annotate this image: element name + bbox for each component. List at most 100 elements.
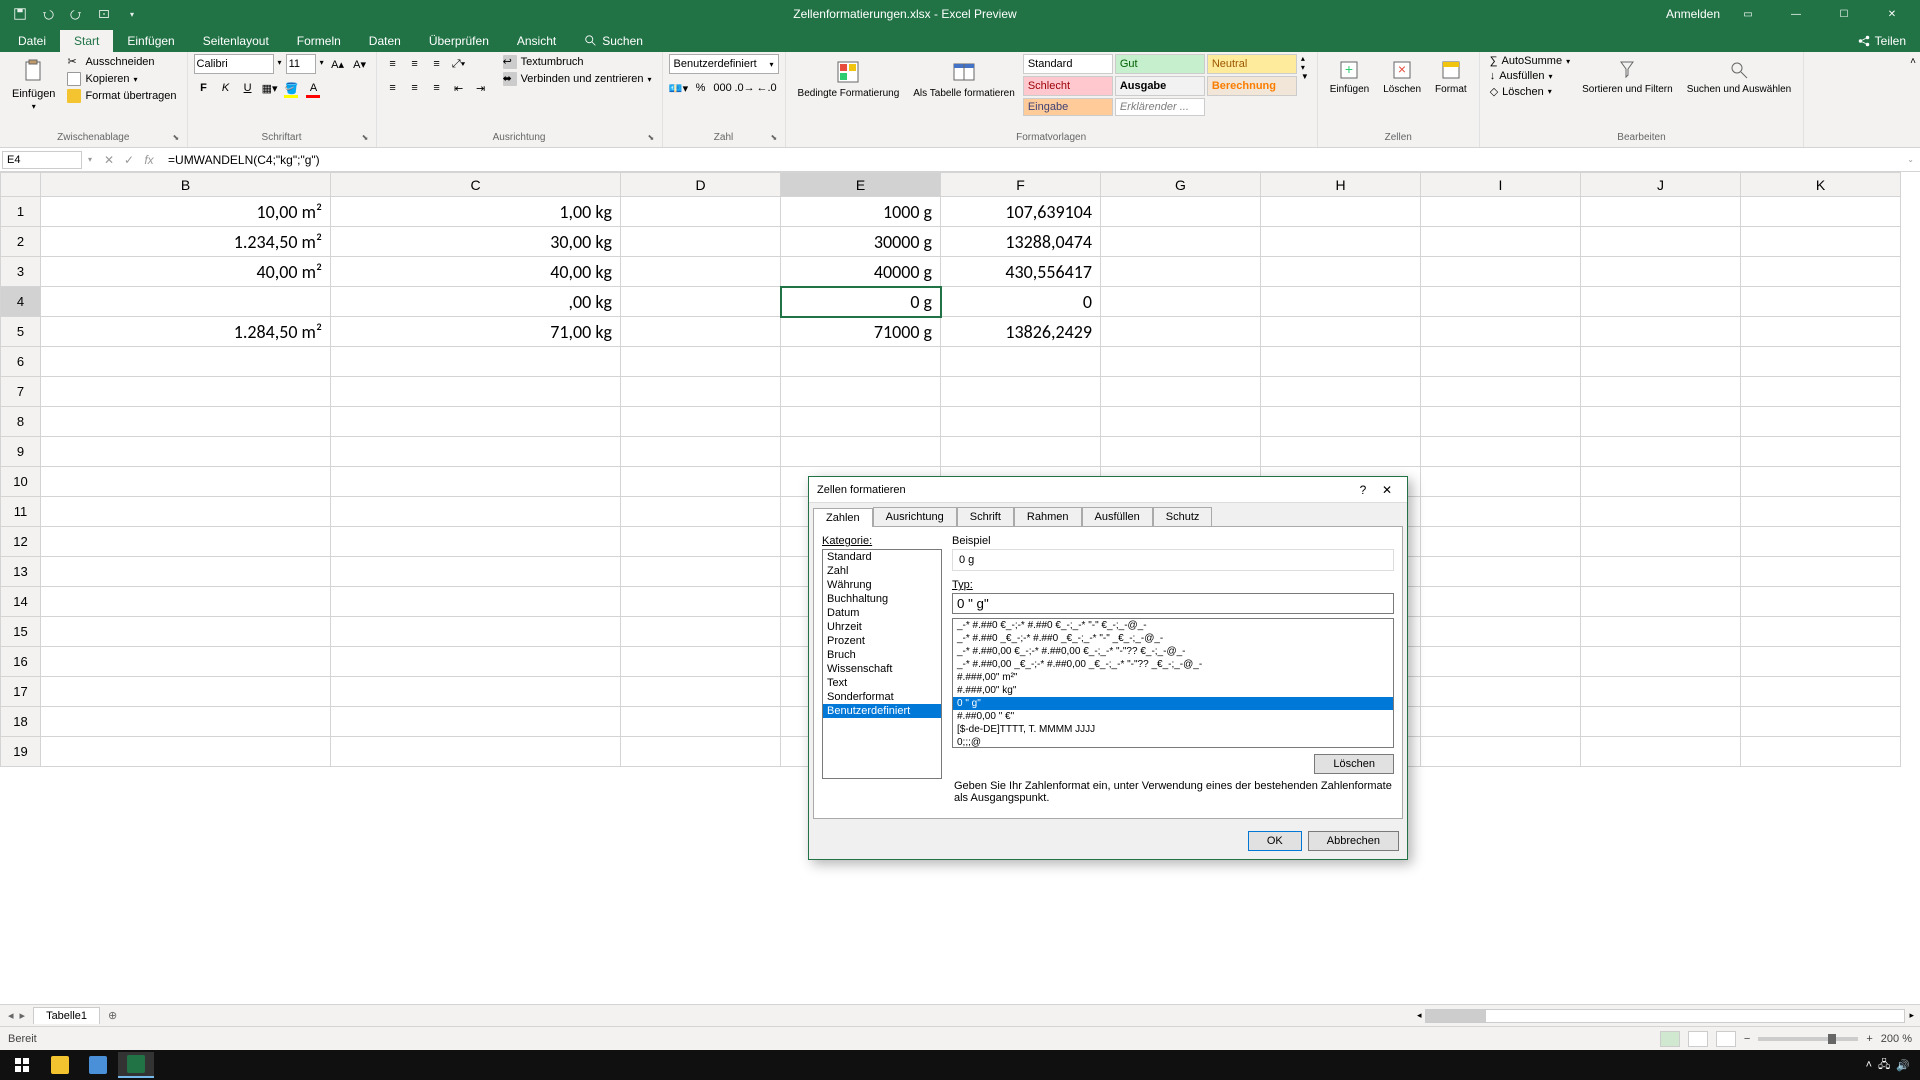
tab-einfuegen[interactable]: Einfügen: [113, 30, 188, 52]
dialog-help-icon[interactable]: ?: [1351, 480, 1375, 500]
cell-E4[interactable]: 0 g: [781, 287, 941, 317]
taskbar-app[interactable]: [80, 1052, 116, 1078]
number-format-select[interactable]: Benutzerdefiniert▾: [669, 54, 779, 74]
type-list[interactable]: _-* #.##0 €_-;-* #.##0 €_-;_-* "-" €_-;_…: [952, 618, 1394, 748]
cell-B15[interactable]: [41, 617, 331, 647]
name-box[interactable]: [2, 151, 82, 169]
row-header-12[interactable]: 12: [1, 527, 41, 557]
delete-cells-button[interactable]: ×Löschen: [1377, 54, 1427, 99]
style-gut[interactable]: Gut: [1115, 54, 1205, 74]
wrap-text-button[interactable]: ↩Textumbruch: [499, 54, 656, 70]
cell-D18[interactable]: [621, 707, 781, 737]
align-center-icon[interactable]: ≡: [405, 78, 425, 98]
clipboard-launcher-icon[interactable]: ⬊: [173, 133, 185, 145]
category-item[interactable]: Standard: [823, 550, 941, 564]
tray-volume-icon[interactable]: 🔊: [1896, 1059, 1910, 1072]
horizontal-scrollbar[interactable]: [1425, 1009, 1905, 1023]
style-neutral[interactable]: Neutral: [1207, 54, 1297, 74]
delete-format-button[interactable]: Löschen: [1314, 754, 1394, 774]
cell-K15[interactable]: [1741, 617, 1901, 647]
view-pagebreak-icon[interactable]: [1716, 1031, 1736, 1047]
cell-K14[interactable]: [1741, 587, 1901, 617]
category-item[interactable]: Benutzerdefiniert: [823, 704, 941, 718]
cell-B13[interactable]: [41, 557, 331, 587]
cell-D15[interactable]: [621, 617, 781, 647]
cell-J15[interactable]: [1581, 617, 1741, 647]
cell-F5[interactable]: 13826,2429: [941, 317, 1101, 347]
cell-C7[interactable]: [331, 377, 621, 407]
cell-I19[interactable]: [1421, 737, 1581, 767]
cell-C5[interactable]: 71,00 kg: [331, 317, 621, 347]
cell-J8[interactable]: [1581, 407, 1741, 437]
row-header-6[interactable]: 6: [1, 347, 41, 377]
cell-D3[interactable]: [621, 257, 781, 287]
cell-C18[interactable]: [331, 707, 621, 737]
category-item[interactable]: Sonderformat: [823, 690, 941, 704]
expand-formula-bar-icon[interactable]: ⌄: [1901, 155, 1920, 164]
select-all-corner[interactable]: [1, 173, 41, 197]
type-list-item[interactable]: _-* #.##0 €_-;-* #.##0 €_-;_-* "-" €_-;_…: [953, 619, 1393, 632]
cell-F1[interactable]: 107,639104: [941, 197, 1101, 227]
cell-B19[interactable]: [41, 737, 331, 767]
increase-decimal-icon[interactable]: .0→: [735, 78, 755, 98]
zoom-level[interactable]: 200 %: [1881, 1033, 1912, 1045]
dialog-tab-ausrichtung[interactable]: Ausrichtung: [873, 507, 957, 526]
cell-G3[interactable]: [1101, 257, 1261, 287]
alignment-launcher-icon[interactable]: ⬊: [648, 133, 660, 145]
collapse-ribbon-icon[interactable]: ˄: [1910, 56, 1916, 67]
taskbar-explorer[interactable]: [42, 1052, 78, 1078]
category-item[interactable]: Währung: [823, 578, 941, 592]
cell-I5[interactable]: [1421, 317, 1581, 347]
cell-K19[interactable]: [1741, 737, 1901, 767]
cell-B16[interactable]: [41, 647, 331, 677]
close-button[interactable]: ✕: [1872, 0, 1912, 28]
cell-H9[interactable]: [1261, 437, 1421, 467]
hscroll-left-icon[interactable]: ◂: [1417, 1010, 1422, 1021]
cell-E6[interactable]: [781, 347, 941, 377]
font-launcher-icon[interactable]: ⬊: [362, 133, 374, 145]
cell-I16[interactable]: [1421, 647, 1581, 677]
dialog-tab-rahmen[interactable]: Rahmen: [1014, 507, 1082, 526]
row-header-14[interactable]: 14: [1, 587, 41, 617]
cell-G8[interactable]: [1101, 407, 1261, 437]
cell-K6[interactable]: [1741, 347, 1901, 377]
align-bottom-icon[interactable]: ≡: [427, 54, 447, 74]
cell-I1[interactable]: [1421, 197, 1581, 227]
cell-H1[interactable]: [1261, 197, 1421, 227]
cell-I12[interactable]: [1421, 527, 1581, 557]
category-item[interactable]: Datum: [823, 606, 941, 620]
row-header-11[interactable]: 11: [1, 497, 41, 527]
cell-D8[interactable]: [621, 407, 781, 437]
cell-H7[interactable]: [1261, 377, 1421, 407]
cell-B1[interactable]: 10,00 m²: [41, 197, 331, 227]
cell-D14[interactable]: [621, 587, 781, 617]
row-header-8[interactable]: 8: [1, 407, 41, 437]
cell-C4[interactable]: ,00 kg: [331, 287, 621, 317]
cell-I7[interactable]: [1421, 377, 1581, 407]
cell-E9[interactable]: [781, 437, 941, 467]
type-list-item[interactable]: 0;;;@: [953, 736, 1393, 748]
view-pagelayout-icon[interactable]: [1688, 1031, 1708, 1047]
cell-C12[interactable]: [331, 527, 621, 557]
row-header-4[interactable]: 4: [1, 287, 41, 317]
cell-B11[interactable]: [41, 497, 331, 527]
cell-B10[interactable]: [41, 467, 331, 497]
styles-scroll-down-icon[interactable]: ▾: [1301, 63, 1309, 72]
decrease-decimal-icon[interactable]: ←.0: [757, 78, 777, 98]
row-header-1[interactable]: 1: [1, 197, 41, 227]
cell-I8[interactable]: [1421, 407, 1581, 437]
cell-J4[interactable]: [1581, 287, 1741, 317]
cell-C3[interactable]: 40,00 kg: [331, 257, 621, 287]
cut-button[interactable]: ✂Ausschneiden: [63, 54, 180, 70]
align-left-icon[interactable]: ≡: [383, 78, 403, 98]
cell-K9[interactable]: [1741, 437, 1901, 467]
accept-formula-icon[interactable]: ✓: [120, 153, 138, 167]
row-header-3[interactable]: 3: [1, 257, 41, 287]
cell-K8[interactable]: [1741, 407, 1901, 437]
insert-cells-button[interactable]: +Einfügen: [1324, 54, 1375, 99]
style-standard[interactable]: Standard: [1023, 54, 1113, 74]
cell-J18[interactable]: [1581, 707, 1741, 737]
clear-button[interactable]: ◇Löschen▾: [1486, 84, 1574, 99]
zoom-in-icon[interactable]: +: [1866, 1033, 1872, 1045]
category-item[interactable]: Bruch: [823, 648, 941, 662]
